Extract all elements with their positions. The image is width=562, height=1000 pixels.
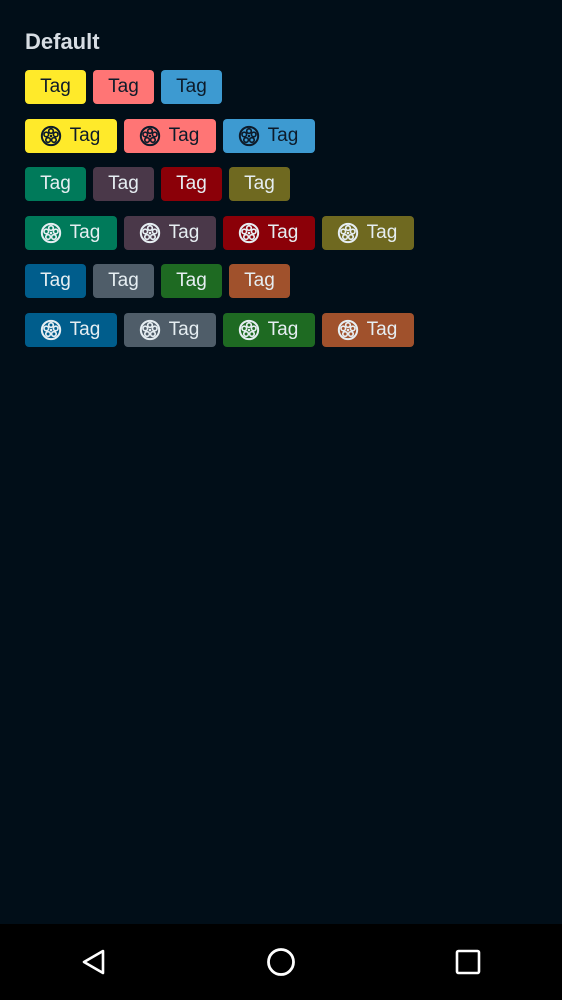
film-reel-icon: [139, 125, 161, 147]
system-navigation-bar: [0, 924, 562, 1000]
tag-row-with-icons: Tag Tag Tag Tag: [25, 215, 562, 250]
tag-chip[interactable]: Tag: [25, 312, 117, 347]
back-triangle-icon: [82, 949, 105, 975]
tag-chip[interactable]: Tag: [93, 70, 154, 104]
film-reel-icon: [238, 222, 260, 244]
film-reel-icon: [40, 222, 62, 244]
tag-chip[interactable]: Tag: [229, 264, 290, 298]
tag-label: Tag: [267, 318, 299, 340]
tag-chip[interactable]: Tag: [322, 312, 414, 347]
tag-label: Tag: [69, 318, 101, 340]
tag-chip[interactable]: Tag: [124, 215, 216, 250]
back-button[interactable]: [74, 942, 114, 982]
tag-label: Tag: [176, 173, 207, 194]
tag-chip[interactable]: Tag: [223, 215, 315, 250]
tag-chip[interactable]: Tag: [223, 312, 315, 347]
tag-label: Tag: [108, 76, 139, 97]
tag-label: Tag: [244, 270, 275, 291]
tag-chip[interactable]: Tag: [229, 167, 290, 201]
tag-chip[interactable]: Tag: [161, 167, 222, 201]
tag-row-with-icons: Tag Tag Tag: [25, 118, 562, 153]
tag-label: Tag: [366, 318, 398, 340]
tag-label: Tag: [40, 270, 71, 291]
tag-chip[interactable]: Tag: [25, 70, 86, 104]
tag-label: Tag: [69, 221, 101, 243]
film-reel-icon: [238, 125, 260, 147]
tag-label: Tag: [244, 173, 275, 194]
tag-chip[interactable]: Tag: [124, 312, 216, 347]
tag-label: Tag: [40, 76, 71, 97]
tag-showcase: Default Tag Tag Tag Tag Tag Tag Tag Tag Tag Tag Ta…: [25, 28, 562, 361]
tag-chip[interactable]: Tag: [25, 264, 86, 298]
tag-label: Tag: [366, 221, 398, 243]
tag-label: Tag: [168, 318, 200, 340]
film-reel-icon: [40, 125, 62, 147]
film-reel-icon: [139, 222, 161, 244]
tag-rows: Tag Tag Tag Tag Tag Tag Tag Tag Tag Tag Tag Tag Tag T…: [25, 70, 562, 347]
tag-label: Tag: [267, 124, 299, 146]
tag-label: Tag: [168, 221, 200, 243]
film-reel-icon: [337, 319, 359, 341]
tag-chip[interactable]: Tag: [161, 264, 222, 298]
tag-chip[interactable]: Tag: [25, 215, 117, 250]
tag-label: Tag: [108, 173, 139, 194]
tag-row: Tag Tag Tag: [25, 70, 562, 104]
home-button[interactable]: [261, 942, 301, 982]
tag-label: Tag: [168, 124, 200, 146]
section-title: Default: [25, 29, 100, 54]
tag-row: Tag Tag Tag Tag: [25, 167, 562, 201]
film-reel-icon: [337, 222, 359, 244]
film-reel-icon: [139, 319, 161, 341]
app-screen: Default Tag Tag Tag Tag Tag Tag Tag Tag Tag Tag Ta…: [0, 0, 562, 1000]
recents-square-icon: [455, 949, 481, 975]
home-circle-icon: [267, 948, 295, 976]
tag-label: Tag: [176, 76, 207, 97]
tag-label: Tag: [267, 221, 299, 243]
tag-label: Tag: [108, 270, 139, 291]
tag-chip[interactable]: Tag: [25, 167, 86, 201]
tag-chip[interactable]: Tag: [124, 118, 216, 153]
tag-label: Tag: [176, 270, 207, 291]
recents-button[interactable]: [448, 942, 488, 982]
tag-row: Tag Tag Tag Tag: [25, 264, 562, 298]
tag-chip[interactable]: Tag: [161, 70, 222, 104]
tag-chip[interactable]: Tag: [25, 118, 117, 153]
tag-chip[interactable]: Tag: [93, 264, 154, 298]
tag-chip[interactable]: Tag: [322, 215, 414, 250]
film-reel-icon: [238, 319, 260, 341]
tag-chip[interactable]: Tag: [93, 167, 154, 201]
film-reel-icon: [40, 319, 62, 341]
tag-label: Tag: [69, 124, 101, 146]
tag-row-with-icons: Tag Tag Tag Tag: [25, 312, 562, 347]
tag-chip[interactable]: Tag: [223, 118, 315, 153]
tag-label: Tag: [40, 173, 71, 194]
